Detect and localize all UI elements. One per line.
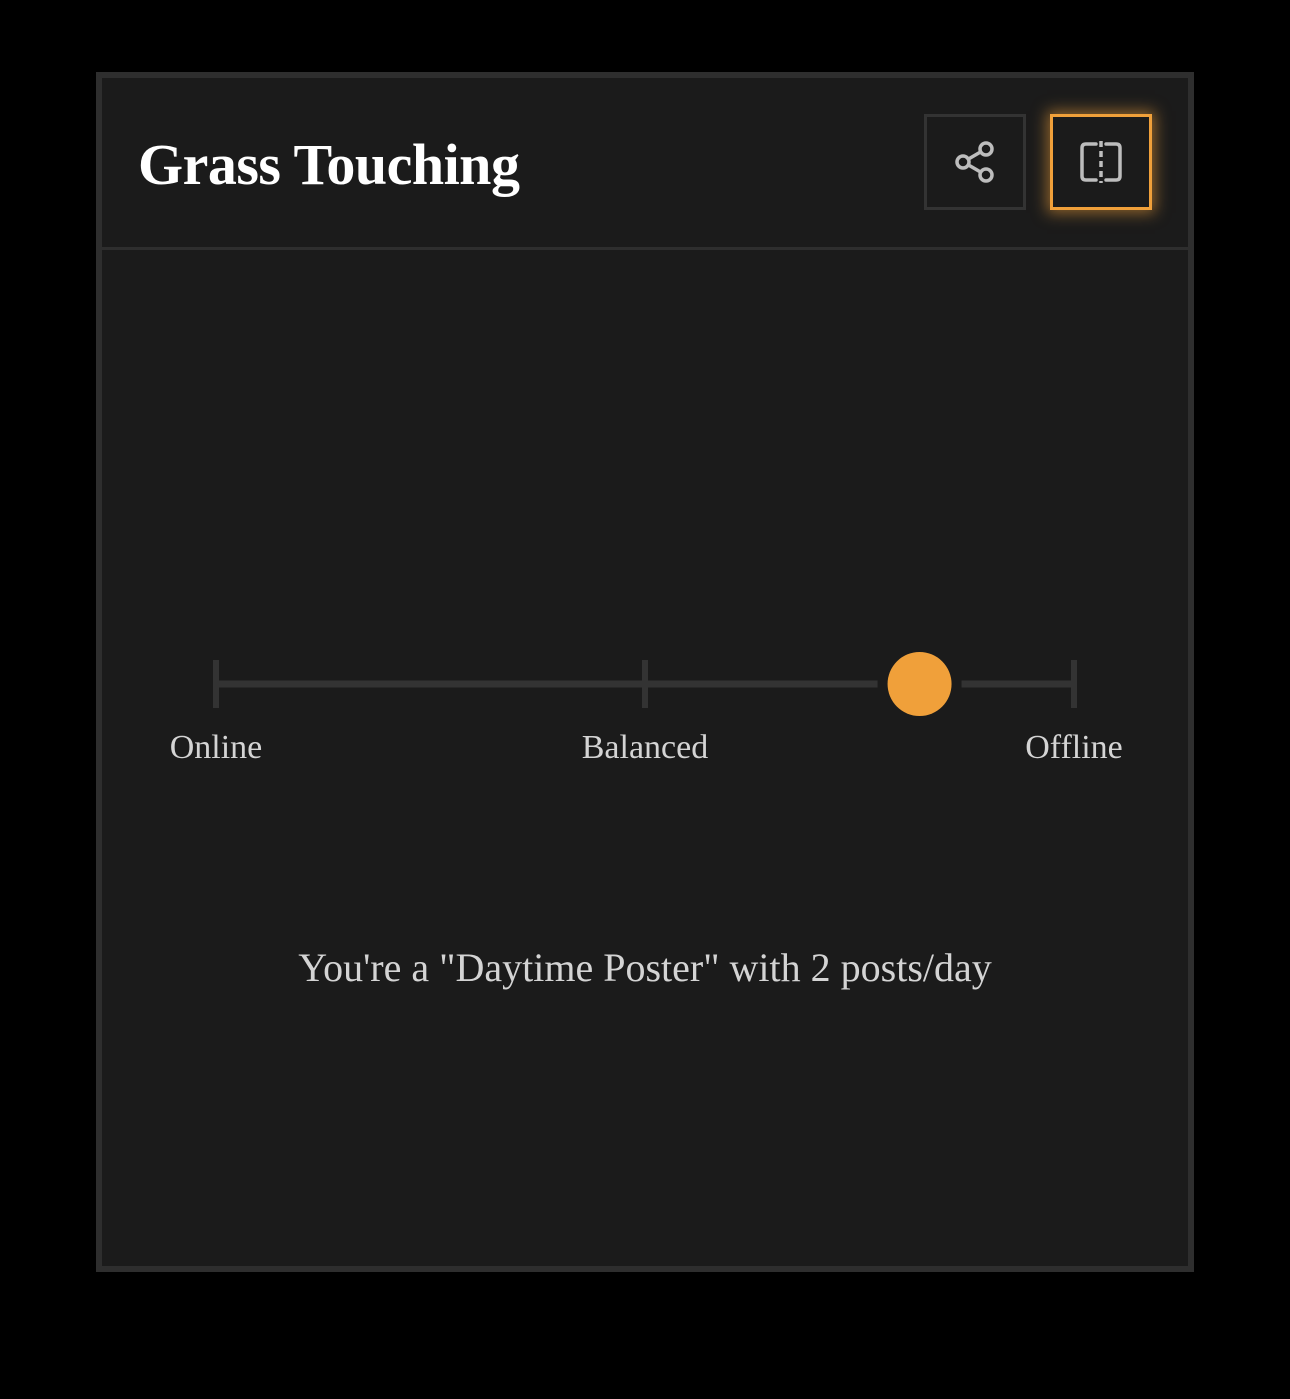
scale-label-balanced: Balanced: [581, 729, 709, 766]
scale-label-online: Online: [169, 729, 263, 766]
online-offline-scale: Online Balanced Offline: [102, 78, 1188, 1266]
scale-position-marker[interactable]: [887, 652, 952, 716]
grass-touching-card: Grass Touching Online Balanced Offline Y…: [96, 72, 1194, 1272]
scale-label-offline: Offline: [1025, 729, 1123, 766]
summary-text: You're a "Daytime Poster" with 2 posts/d…: [298, 945, 992, 990]
